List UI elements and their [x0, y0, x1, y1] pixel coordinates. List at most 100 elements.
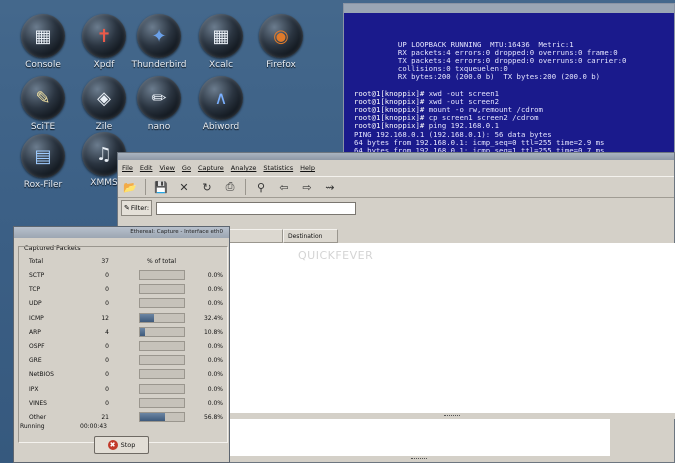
protocol-progress-bar: [139, 284, 185, 295]
calculator-icon: ▦: [199, 14, 243, 58]
ethereal-toolbar: 📂 💾 ✕ ↻ ⎙ ⚲ ⇦ ⇨ ⇝: [118, 176, 674, 198]
desktop-icon-abiword[interactable]: ∧ Abiword: [190, 76, 252, 132]
protocol-name: SCTP: [29, 272, 45, 279]
protocol-percent: 0.0%: [207, 272, 223, 279]
terminal-titlebar[interactable]: [344, 4, 674, 13]
gnu-icon: ◈: [82, 76, 126, 120]
menu-go[interactable]: Go: [182, 164, 191, 172]
protocol-row-sctp: SCTP 0 0.0%: [29, 269, 229, 282]
desktop-icon-label: Console: [25, 60, 61, 70]
desktop-icon-xcalc[interactable]: ▦ Xcalc: [190, 14, 252, 70]
protocol-count: 0: [105, 286, 109, 294]
protocol-name: ICMP: [29, 314, 44, 322]
protocol-row-vines: VINES 0 0.0%: [29, 397, 229, 410]
menu-capture[interactable]: Capture: [198, 164, 224, 172]
protocol-percent: 56.8%: [203, 414, 223, 421]
files-icon: ▤: [21, 134, 65, 178]
protocol-progress-bar: [139, 383, 185, 394]
protocol-row-icmp: ICMP 12 32.4%: [29, 312, 229, 325]
protocol-count: 0: [105, 343, 109, 350]
protocol-percent: 0.0%: [207, 300, 223, 308]
protocol-progress-bar: [139, 355, 185, 366]
menu-file[interactable]: File: [122, 164, 133, 172]
protocol-progress-bar: [139, 397, 185, 408]
protocol-count: 0: [105, 357, 109, 365]
protocol-name: IPX: [29, 385, 39, 393]
forward-icon[interactable]: ⇨: [297, 178, 317, 196]
packet-list-pane[interactable]: [228, 243, 675, 413]
protocol-progress-bar: [139, 326, 185, 337]
menu-statistics[interactable]: Statistics: [263, 164, 293, 172]
protocol-percent: 32.4%: [203, 314, 223, 322]
menu-help[interactable]: Help: [300, 164, 315, 172]
desktop-icon-rox-filer[interactable]: ▤ Rox-Filer: [12, 134, 74, 190]
packet-details-pane[interactable]: [228, 419, 610, 456]
protocol-count: 0: [105, 272, 109, 279]
capture-titlebar[interactable]: Ethereal: Capture - Interface eth0: [14, 227, 229, 238]
protocol-percent: 10.8%: [203, 328, 223, 336]
desktop-icon-zile[interactable]: ◈ Zile: [73, 76, 135, 132]
filter-input[interactable]: [156, 201, 356, 215]
capture-dialog[interactable]: Ethereal: Capture - Interface eth0 Captu…: [13, 226, 230, 463]
protocol-percent: 0.0%: [207, 286, 223, 294]
desktop-icon-firefox[interactable]: ◉ Firefox: [250, 14, 312, 70]
total-count: 37: [101, 258, 109, 265]
running-time: 00:00:43: [80, 423, 107, 430]
terminal-text: RX bytes:200 (200.0 b) TX bytes:200 (200…: [354, 72, 601, 82]
desktop-icon-nano[interactable]: ✏ nano: [128, 76, 190, 132]
desktop-icon-label: Abiword: [202, 122, 240, 132]
protocol-row-tcp: TCP 0 0.0%: [29, 283, 229, 296]
percent-header: % of total: [147, 258, 177, 265]
protocol-count: 0: [105, 385, 109, 393]
desktop-icon-label: Zile: [95, 122, 113, 132]
desktop-icon-label: Firefox: [266, 60, 296, 70]
menu-edit[interactable]: Edit: [140, 164, 153, 172]
protocol-name: UDP: [29, 300, 42, 308]
protocol-progress-bar: [139, 341, 185, 351]
menu-analyze[interactable]: Analyze: [231, 164, 257, 172]
column-header-destination[interactable]: Destination: [283, 229, 338, 243]
menu-view[interactable]: View: [159, 164, 174, 172]
splitter-grip: [444, 415, 460, 417]
pane-splitter-2[interactable]: [228, 456, 610, 462]
find-icon[interactable]: ⚲: [251, 178, 271, 196]
back-icon[interactable]: ⇦: [274, 178, 294, 196]
desktop-icon-label: Xpdf: [93, 60, 115, 70]
protocol-row-other: Other 21 56.8%: [29, 411, 229, 424]
column-header-blank[interactable]: [228, 229, 283, 243]
ethereal-menubar: File Edit View Go Capture Analyze Statistics He…: [118, 160, 674, 176]
protocol-name: NetBIOS: [29, 371, 54, 379]
protocol-name: Other: [29, 414, 47, 421]
desktop-icon-label: Rox-Filer: [23, 180, 63, 190]
pen-icon: ✏: [137, 76, 181, 120]
stop-button[interactable]: ✖ Stop: [94, 436, 149, 454]
filter-button[interactable]: ✎ Filter:: [121, 200, 152, 216]
stop-button-label: Stop: [120, 441, 136, 449]
save-icon[interactable]: 💾: [151, 178, 171, 196]
protocol-row-ospf: OSPF 0 0.0%: [29, 340, 229, 353]
desktop: ▦ Console ✝ Xpdf ✦ Thunderbird ▦ Xcalc ◉ Firefox ✎…: [0, 0, 675, 463]
stop-icon: ✖: [107, 440, 118, 450]
protocol-count: 0: [105, 300, 109, 308]
ethereal-titlebar[interactable]: [118, 153, 674, 160]
filter-button-label: Filter:: [130, 204, 150, 212]
protocol-progress-bar: [139, 412, 185, 422]
protocol-progress-bar: [139, 298, 185, 309]
desktop-icon-console[interactable]: ▦ Console: [12, 14, 74, 70]
print-icon[interactable]: ⎙: [220, 178, 240, 196]
desktop-icon-xpdf[interactable]: ✝ Xpdf: [73, 14, 135, 70]
open-icon[interactable]: 📂: [120, 178, 140, 196]
desktop-icon-thunderbird[interactable]: ✦ Thunderbird: [128, 14, 190, 70]
protocol-percent: 0.0%: [207, 385, 223, 393]
editor-icon: ✎: [21, 76, 65, 120]
desktop-icon-scite[interactable]: ✎ SciTE: [12, 76, 74, 132]
protocol-name: OSPF: [29, 343, 45, 350]
close-icon[interactable]: ✕: [174, 178, 194, 196]
goto-icon[interactable]: ⇝: [320, 178, 340, 196]
reload-icon[interactable]: ↻: [197, 178, 217, 196]
protocol-progress-bar: [139, 312, 185, 323]
total-row: Total 37 % of total: [29, 255, 229, 268]
splitter-grip: [411, 458, 427, 460]
protocol-count: 21: [101, 414, 109, 421]
progress-fill: [140, 327, 145, 336]
